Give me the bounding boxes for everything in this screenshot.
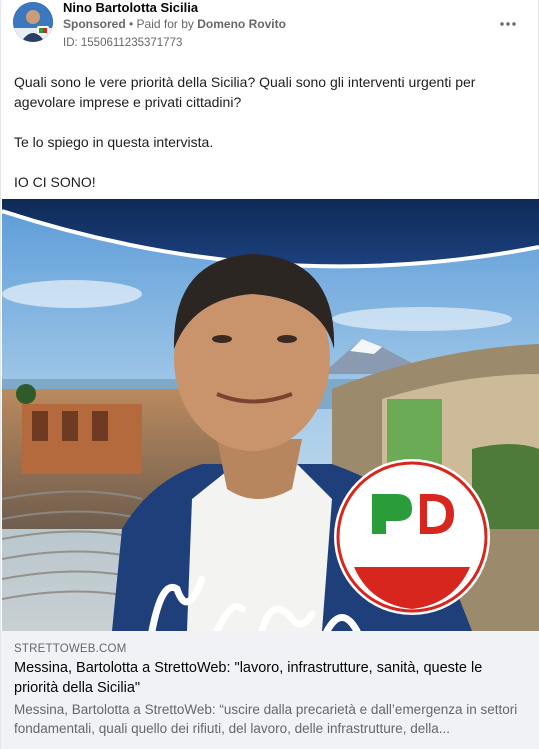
link-title[interactable]: Messina, Bartolotta a StrettoWeb: "lavor… bbox=[14, 658, 519, 698]
meta-separator: • bbox=[125, 17, 137, 31]
post-header: Nino Bartolotta Sicilia Sponsored • Paid… bbox=[1, 0, 539, 56]
link-description-text: Messina, Bartolotta a StrettoWeb: “uscir… bbox=[14, 702, 518, 736]
paid-for-prefix: Paid for by bbox=[136, 17, 198, 31]
ellipsis-icon bbox=[500, 22, 516, 26]
post-message: Quali sono le vere priorità della Sicili… bbox=[14, 72, 524, 192]
page-avatar[interactable] bbox=[13, 2, 53, 42]
avatar-image bbox=[13, 2, 53, 42]
more-options-button[interactable] bbox=[496, 12, 520, 36]
page-name[interactable]: Nino Bartolotta Sicilia bbox=[63, 0, 198, 15]
link-description: Messina, Bartolotta a StrettoWeb: “uscir… bbox=[14, 700, 519, 738]
creative-illustration bbox=[2, 199, 539, 631]
sponsored-label: Sponsored bbox=[63, 17, 126, 31]
link-preview[interactable]: STRETTOWEB.COM Messina, Bartolotta a Str… bbox=[1, 631, 539, 749]
ad-id: ID: 1550611235371773 bbox=[63, 37, 183, 49]
post-paragraph: IO CI SONO! bbox=[14, 174, 96, 190]
post-paragraph: Quali sono le vere priorità della Sicili… bbox=[14, 74, 476, 110]
post-paragraph: Te lo spiego in questa intervista. bbox=[14, 134, 214, 150]
ad-card: Nino Bartolotta Sicilia Sponsored • Paid… bbox=[0, 0, 539, 749]
link-domain: STRETTOWEB.COM bbox=[14, 643, 127, 655]
payer-name: Domeno Rovito bbox=[197, 17, 286, 31]
sponsored-meta: Sponsored • Paid for by Domeno Rovito bbox=[63, 17, 286, 31]
ad-creative-image[interactable] bbox=[2, 199, 539, 631]
